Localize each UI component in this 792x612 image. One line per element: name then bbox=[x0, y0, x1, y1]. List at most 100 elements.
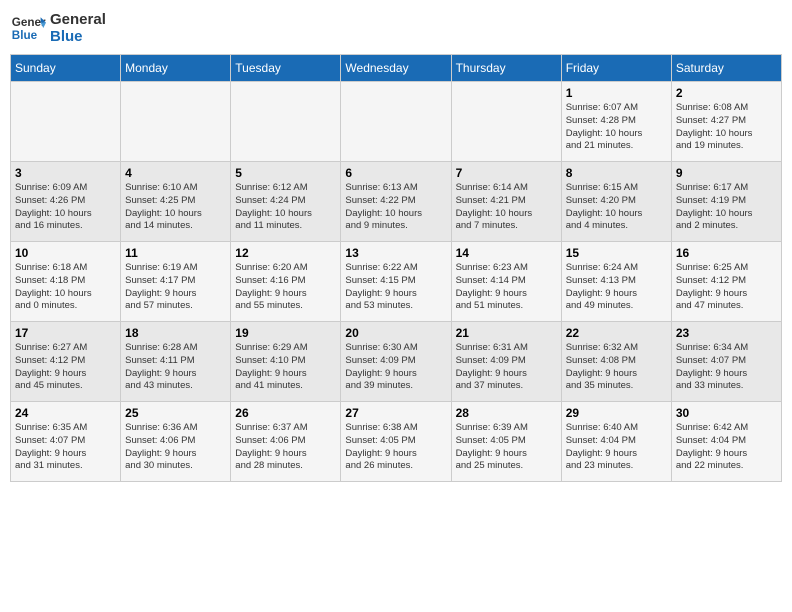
calendar-cell: 8Sunrise: 6:15 AMSunset: 4:20 PMDaylight… bbox=[561, 162, 671, 242]
calendar-cell: 26Sunrise: 6:37 AMSunset: 4:06 PMDayligh… bbox=[231, 402, 341, 482]
calendar-week-row: 24 Sunrise: 6:35 AMSunset: 4:07 PMDayligh… bbox=[11, 402, 782, 482]
day-info: Sunrise: 6:24 AMSunset: 4:13 PMDaylight:… bbox=[566, 262, 667, 313]
calendar-week-row: 1 Sunrise: 6:07 AMSunset: 4:28 PMDaylight… bbox=[11, 82, 782, 162]
calendar-cell: 30 Sunrise: 6:42 AMSunset: 4:04 PMDayligh… bbox=[671, 402, 781, 482]
day-info: Sunrise: 6:25 AMSunset: 4:12 PMDaylight:… bbox=[676, 262, 777, 313]
day-number: 9 bbox=[676, 166, 777, 180]
day-info: Sunrise: 6:10 AMSunset: 4:25 PMDaylight:… bbox=[125, 182, 226, 233]
calendar-cell: 18 Sunrise: 6:28 AMSunset: 4:11 PMDayligh… bbox=[121, 322, 231, 402]
calendar-week-row: 10 Sunrise: 6:18 AMSunset: 4:18 PMDayligh… bbox=[11, 242, 782, 322]
day-number: 23 bbox=[676, 326, 777, 340]
calendar-cell: 5 Sunrise: 6:12 AMSunset: 4:24 PMDaylight… bbox=[231, 162, 341, 242]
col-header-monday: Monday bbox=[121, 55, 231, 82]
day-number: 17 bbox=[15, 326, 116, 340]
day-info: Sunrise: 6:39 AMSunset: 4:05 PMDaylight:… bbox=[456, 422, 557, 473]
day-info: Sunrise: 6:37 AMSunset: 4:06 PMDaylight:… bbox=[235, 422, 336, 473]
logo: General Blue General Blue bbox=[10, 10, 106, 46]
calendar-week-row: 3 Sunrise: 6:09 AMSunset: 4:26 PMDaylight… bbox=[11, 162, 782, 242]
day-info: Sunrise: 6:38 AMSunset: 4:05 PMDaylight:… bbox=[345, 422, 446, 473]
day-info: Sunrise: 6:14 AMSunset: 4:21 PMDaylight:… bbox=[456, 182, 557, 233]
day-info: Sunrise: 6:12 AMSunset: 4:24 PMDaylight:… bbox=[235, 182, 336, 233]
day-info: Sunrise: 6:31 AMSunset: 4:09 PMDaylight:… bbox=[456, 342, 557, 393]
calendar-cell: 3 Sunrise: 6:09 AMSunset: 4:26 PMDaylight… bbox=[11, 162, 121, 242]
day-info: Sunrise: 6:36 AMSunset: 4:06 PMDaylight:… bbox=[125, 422, 226, 473]
day-info: Sunrise: 6:40 AMSunset: 4:04 PMDaylight:… bbox=[566, 422, 667, 473]
day-number: 30 bbox=[676, 406, 777, 420]
col-header-saturday: Saturday bbox=[671, 55, 781, 82]
calendar-cell: 17 Sunrise: 6:27 AMSunset: 4:12 PMDayligh… bbox=[11, 322, 121, 402]
day-number: 16 bbox=[676, 246, 777, 260]
day-number: 12 bbox=[235, 246, 336, 260]
calendar-cell: 15Sunrise: 6:24 AMSunset: 4:13 PMDayligh… bbox=[561, 242, 671, 322]
day-info: Sunrise: 6:07 AMSunset: 4:28 PMDaylight:… bbox=[566, 102, 667, 153]
calendar-cell: 20 Sunrise: 6:30 AMSunset: 4:09 PMDayligh… bbox=[341, 322, 451, 402]
day-number: 21 bbox=[456, 326, 557, 340]
calendar-cell: 29 Sunrise: 6:40 AMSunset: 4:04 PMDayligh… bbox=[561, 402, 671, 482]
day-info: Sunrise: 6:42 AMSunset: 4:04 PMDaylight:… bbox=[676, 422, 777, 473]
day-number: 1 bbox=[566, 86, 667, 100]
col-header-friday: Friday bbox=[561, 55, 671, 82]
calendar-cell: 9 Sunrise: 6:17 AMSunset: 4:19 PMDaylight… bbox=[671, 162, 781, 242]
calendar-table: SundayMondayTuesdayWednesdayThursdayFrid… bbox=[10, 54, 782, 482]
calendar-cell: 2 Sunrise: 6:08 AMSunset: 4:27 PMDaylight… bbox=[671, 82, 781, 162]
day-number: 24 bbox=[15, 406, 116, 420]
day-info: Sunrise: 6:13 AMSunset: 4:22 PMDaylight:… bbox=[345, 182, 446, 233]
col-header-sunday: Sunday bbox=[11, 55, 121, 82]
calendar-cell: 27 Sunrise: 6:38 AMSunset: 4:05 PMDayligh… bbox=[341, 402, 451, 482]
day-info: Sunrise: 6:17 AMSunset: 4:19 PMDaylight:… bbox=[676, 182, 777, 233]
calendar-cell: 10 Sunrise: 6:18 AMSunset: 4:18 PMDayligh… bbox=[11, 242, 121, 322]
day-number: 27 bbox=[345, 406, 446, 420]
day-number: 28 bbox=[456, 406, 557, 420]
day-number: 20 bbox=[345, 326, 446, 340]
day-info: Sunrise: 6:30 AMSunset: 4:09 PMDaylight:… bbox=[345, 342, 446, 393]
calendar-cell: 12 Sunrise: 6:20 AMSunset: 4:16 PMDayligh… bbox=[231, 242, 341, 322]
calendar-cell: 1 Sunrise: 6:07 AMSunset: 4:28 PMDaylight… bbox=[561, 82, 671, 162]
calendar-cell: 21 Sunrise: 6:31 AMSunset: 4:09 PMDayligh… bbox=[451, 322, 561, 402]
day-number: 22 bbox=[566, 326, 667, 340]
day-number: 11 bbox=[125, 246, 226, 260]
calendar-cell bbox=[231, 82, 341, 162]
calendar-week-row: 17 Sunrise: 6:27 AMSunset: 4:12 PMDayligh… bbox=[11, 322, 782, 402]
day-number: 4 bbox=[125, 166, 226, 180]
calendar-cell: 16 Sunrise: 6:25 AMSunset: 4:12 PMDayligh… bbox=[671, 242, 781, 322]
calendar-cell: 14 Sunrise: 6:23 AMSunset: 4:14 PMDayligh… bbox=[451, 242, 561, 322]
day-info: Sunrise: 6:35 AMSunset: 4:07 PMDaylight:… bbox=[15, 422, 116, 473]
calendar-cell: 19Sunrise: 6:29 AMSunset: 4:10 PMDayligh… bbox=[231, 322, 341, 402]
day-number: 6 bbox=[345, 166, 446, 180]
col-header-thursday: Thursday bbox=[451, 55, 561, 82]
day-info: Sunrise: 6:28 AMSunset: 4:11 PMDaylight:… bbox=[125, 342, 226, 393]
calendar-cell: 11Sunrise: 6:19 AMSunset: 4:17 PMDayligh… bbox=[121, 242, 231, 322]
day-number: 2 bbox=[676, 86, 777, 100]
calendar-cell: 24 Sunrise: 6:35 AMSunset: 4:07 PMDayligh… bbox=[11, 402, 121, 482]
day-info: Sunrise: 6:08 AMSunset: 4:27 PMDaylight:… bbox=[676, 102, 777, 153]
day-number: 3 bbox=[15, 166, 116, 180]
day-number: 10 bbox=[15, 246, 116, 260]
day-info: Sunrise: 6:23 AMSunset: 4:14 PMDaylight:… bbox=[456, 262, 557, 313]
day-info: Sunrise: 6:27 AMSunset: 4:12 PMDaylight:… bbox=[15, 342, 116, 393]
day-info: Sunrise: 6:09 AMSunset: 4:26 PMDaylight:… bbox=[15, 182, 116, 233]
day-info: Sunrise: 6:18 AMSunset: 4:18 PMDaylight:… bbox=[15, 262, 116, 313]
col-header-wednesday: Wednesday bbox=[341, 55, 451, 82]
calendar-cell: 6 Sunrise: 6:13 AMSunset: 4:22 PMDaylight… bbox=[341, 162, 451, 242]
logo-text: General Blue bbox=[50, 11, 106, 45]
calendar-cell bbox=[11, 82, 121, 162]
day-number: 8 bbox=[566, 166, 667, 180]
logo-icon: General Blue bbox=[10, 10, 46, 46]
calendar-header-row: SundayMondayTuesdayWednesdayThursdayFrid… bbox=[11, 55, 782, 82]
col-header-tuesday: Tuesday bbox=[231, 55, 341, 82]
calendar-cell bbox=[341, 82, 451, 162]
page-header: General Blue General Blue bbox=[10, 10, 782, 46]
day-info: Sunrise: 6:20 AMSunset: 4:16 PMDaylight:… bbox=[235, 262, 336, 313]
day-number: 29 bbox=[566, 406, 667, 420]
day-number: 5 bbox=[235, 166, 336, 180]
calendar-cell: 25 Sunrise: 6:36 AMSunset: 4:06 PMDayligh… bbox=[121, 402, 231, 482]
day-info: Sunrise: 6:32 AMSunset: 4:08 PMDaylight:… bbox=[566, 342, 667, 393]
day-number: 14 bbox=[456, 246, 557, 260]
day-number: 18 bbox=[125, 326, 226, 340]
calendar-cell bbox=[451, 82, 561, 162]
svg-text:Blue: Blue bbox=[12, 29, 38, 42]
calendar-cell: 13Sunrise: 6:22 AMSunset: 4:15 PMDayligh… bbox=[341, 242, 451, 322]
calendar-cell: 23Sunrise: 6:34 AMSunset: 4:07 PMDayligh… bbox=[671, 322, 781, 402]
day-info: Sunrise: 6:22 AMSunset: 4:15 PMDaylight:… bbox=[345, 262, 446, 313]
day-number: 25 bbox=[125, 406, 226, 420]
